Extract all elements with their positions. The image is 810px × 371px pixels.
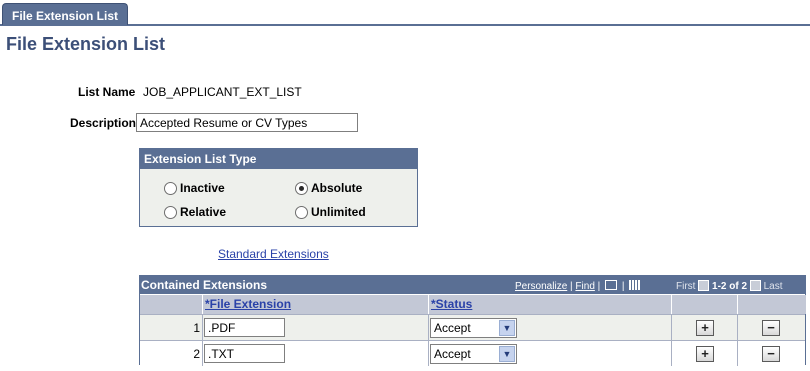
separator: |	[621, 281, 625, 292]
last-label: Last	[763, 281, 783, 292]
radio-label: Absolute	[311, 181, 363, 195]
radio-label: Inactive	[180, 181, 225, 195]
add-row-button[interactable]: +	[696, 346, 714, 362]
range-label: 1-2 of 2	[712, 281, 748, 292]
tab-file-extension-list[interactable]: File Extension List	[2, 3, 128, 25]
radio-button-icon[interactable]	[295, 205, 308, 219]
row-number: 2	[193, 347, 200, 361]
file-extension-input[interactable]: .PDF	[204, 318, 285, 337]
row-number-header	[140, 295, 203, 314]
radio-label: Unlimited	[311, 205, 366, 219]
add-column-header	[672, 295, 738, 314]
pagination: First 1-2 of 2 Last	[676, 280, 783, 292]
extension-list-type-group: Extension List Type Inactive Absolute Re…	[139, 148, 418, 227]
delete-row-button[interactable]: −	[762, 320, 780, 336]
standard-extensions-link[interactable]: Standard Extensions	[218, 247, 329, 261]
contained-extensions-grid: Contained Extensions Personalize | Find …	[139, 275, 806, 366]
radio-label: Relative	[180, 205, 227, 219]
list-name-value: JOB_APPLICANT_EXT_LIST	[143, 85, 302, 99]
view-all-icon[interactable]	[605, 280, 618, 290]
previous-arrow-icon[interactable]	[698, 280, 710, 291]
delete-row-button[interactable]: −	[762, 346, 780, 362]
list-name-label: List Name	[78, 85, 136, 99]
chevron-down-icon[interactable]: ▼	[499, 346, 515, 362]
radio-inactive[interactable]: Inactive	[164, 181, 225, 195]
grid-toolbar: Personalize | Find | |	[515, 280, 641, 292]
download-grid-icon[interactable]	[629, 280, 641, 290]
group-header: Extension List Type	[140, 149, 417, 169]
radio-absolute[interactable]: Absolute	[295, 181, 362, 195]
status-select[interactable]: Accept ▼	[430, 318, 517, 338]
table-row: 2 .TXT Accept ▼ + −	[140, 340, 805, 366]
description-field[interactable]: Accepted Resume or CV Types	[136, 113, 358, 132]
status-select[interactable]: Accept ▼	[430, 344, 517, 364]
first-label: First	[676, 281, 696, 292]
chevron-down-icon[interactable]: ▼	[499, 320, 515, 336]
grid-header: Contained Extensions Personalize | Find …	[140, 276, 805, 294]
row-number: 1	[193, 321, 200, 335]
next-arrow-icon[interactable]	[749, 280, 761, 291]
radio-unlimited[interactable]: Unlimited	[295, 205, 366, 219]
file-extension-column-header[interactable]: *File Extension	[203, 295, 429, 314]
radio-relative[interactable]: Relative	[164, 205, 226, 219]
page-title: File Extension List	[6, 34, 166, 54]
find-link[interactable]: Find	[575, 281, 594, 292]
description-label: Description	[70, 116, 137, 130]
radio-button-icon[interactable]	[164, 181, 177, 195]
personalize-link[interactable]: Personalize	[515, 281, 567, 292]
separator: |	[594, 281, 604, 292]
file-extension-input[interactable]: .TXT	[204, 344, 285, 363]
radio-button-icon[interactable]	[164, 205, 177, 219]
status-column-header[interactable]: *Status	[429, 295, 672, 314]
radio-button-selected-icon[interactable]	[295, 181, 308, 195]
grid-title: Contained Extensions	[141, 278, 268, 292]
table-row: 1 .PDF Accept ▼ + −	[140, 314, 805, 340]
add-row-button[interactable]: +	[696, 320, 714, 336]
delete-column-header	[738, 295, 806, 314]
